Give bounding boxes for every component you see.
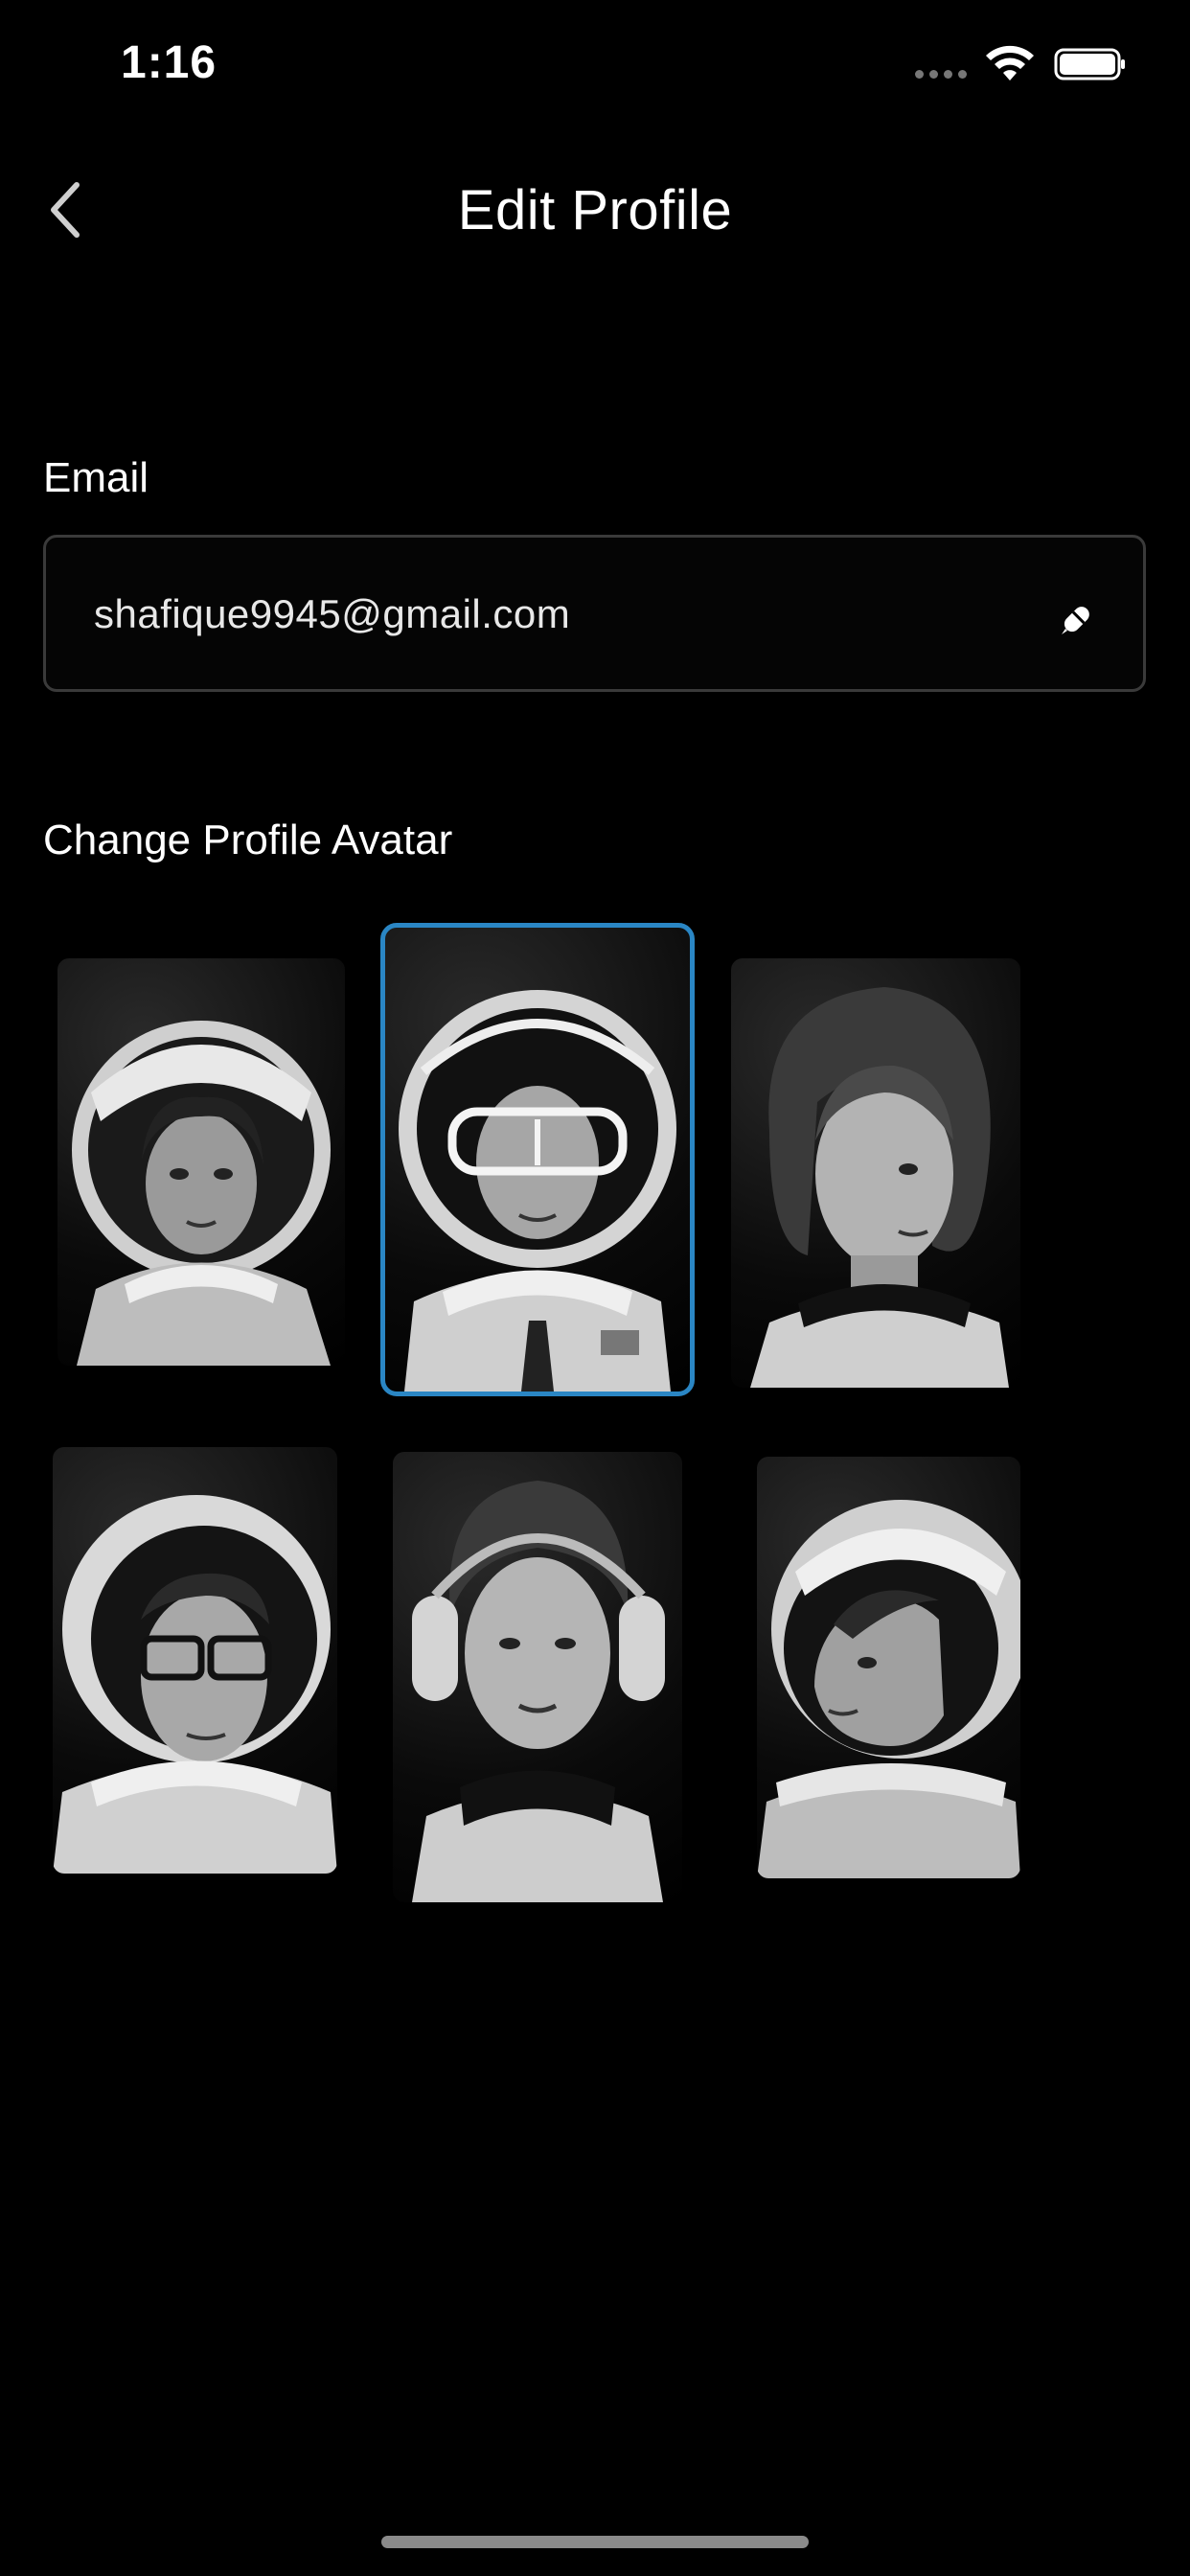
astronaut-avatar-icon bbox=[757, 1500, 1020, 1878]
astronaut-avatar-icon bbox=[399, 990, 676, 1392]
astronaut-avatar-icon bbox=[72, 1021, 331, 1366]
edit-email-button[interactable] bbox=[1053, 591, 1105, 643]
avatar-section-heading: Change Profile Avatar bbox=[43, 816, 453, 863]
pencil-icon bbox=[1062, 607, 1089, 634]
email-value: shafique9945@gmail.com bbox=[94, 591, 571, 636]
avatar-option-1[interactable] bbox=[57, 958, 345, 1366]
signal-dots-icon bbox=[915, 70, 967, 79]
avatar-option-4[interactable] bbox=[53, 1447, 337, 1874]
avatar-option-6[interactable] bbox=[757, 1457, 1020, 1878]
astronaut-avatar-icon bbox=[53, 1495, 337, 1874]
avatar-option-2[interactable] bbox=[380, 923, 695, 1396]
status-bar: 1:16 bbox=[0, 0, 1190, 125]
wifi-icon bbox=[986, 45, 1034, 80]
avatar-option-5[interactable] bbox=[393, 1452, 682, 1902]
status-time: 1:16 bbox=[121, 37, 217, 88]
edit-profile-screen: 1:16 Edit Profile Email shafique9945@gma… bbox=[0, 0, 1190, 2576]
navigation-bar: Edit Profile bbox=[0, 153, 1190, 268]
home-indicator bbox=[381, 2536, 809, 2548]
avatar-option-3[interactable] bbox=[731, 958, 1020, 1388]
astronaut-avatar-icon bbox=[412, 1481, 665, 1902]
battery-icon bbox=[1054, 48, 1125, 80]
astronaut-avatar-icon bbox=[750, 987, 1009, 1388]
page-title: Edit Profile bbox=[457, 179, 733, 242]
email-field[interactable]: shafique9945@gmail.com bbox=[43, 535, 1146, 692]
email-label: Email bbox=[43, 454, 149, 501]
